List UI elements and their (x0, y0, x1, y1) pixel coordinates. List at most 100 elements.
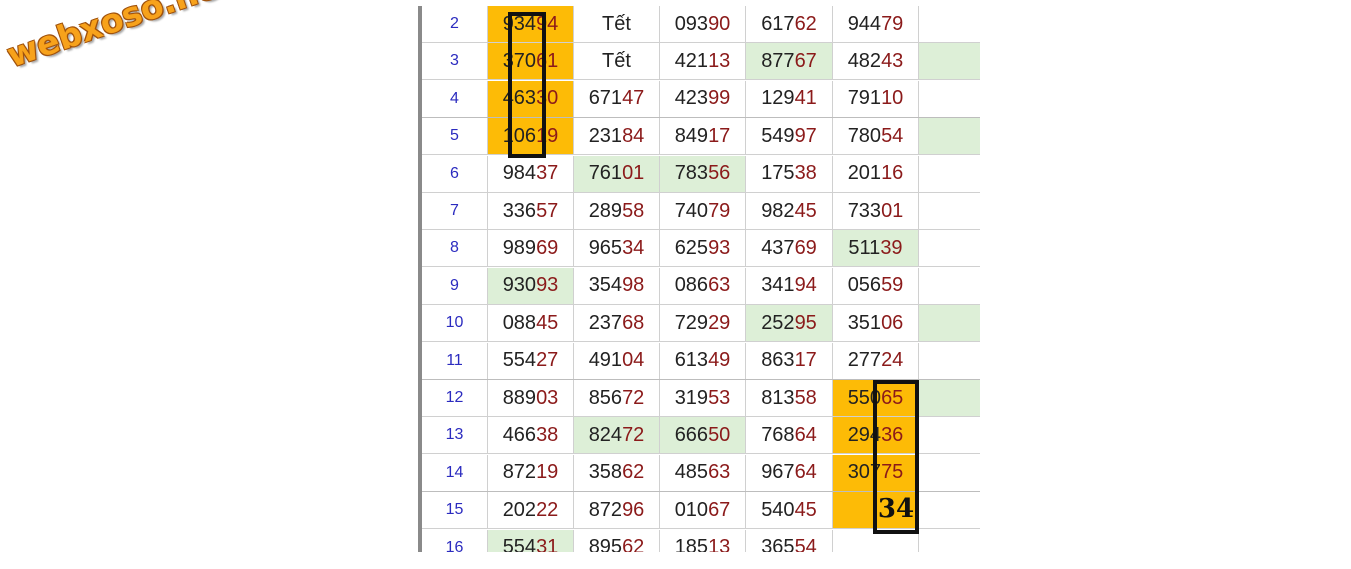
extra-cell (919, 305, 980, 343)
result-cell: 010 67 (660, 492, 746, 530)
number-head: 617 (761, 12, 795, 35)
number-tail: 03 (536, 386, 559, 409)
result-cell: 965 34 (574, 230, 660, 268)
result-cell: 554 27 (488, 342, 574, 380)
number-head: 554 (502, 349, 537, 372)
result-cell: 982 45 (746, 193, 833, 230)
row-number: 9 (422, 267, 488, 305)
table-row: 5 106 19 231 84 849 17 549 97 780 54 (422, 118, 980, 156)
number-head: 277 (847, 349, 882, 372)
prediction-number: 34 (877, 494, 915, 524)
result-cell: 863 17 (746, 342, 833, 380)
extra-cell (919, 267, 980, 305)
number-head: 824 (588, 423, 623, 446)
number-head: 989 (502, 236, 537, 259)
number-tail: 69 (794, 236, 817, 259)
result-cell: 202 22 (488, 492, 574, 530)
result-cell: 237 68 (574, 305, 660, 343)
result-cell: 354 98 (574, 267, 660, 305)
number-head: 613 (674, 349, 709, 372)
result-cell: 944 79 (833, 6, 919, 43)
number-tail: 94 (794, 274, 817, 297)
result-cell: 889 03 (488, 380, 574, 417)
row-number: 13 (422, 417, 488, 455)
webxoso-logo: webxoso.net (2, 0, 239, 75)
number-head: 791 (847, 87, 882, 110)
result-cell: 877 67 (746, 43, 833, 81)
row-number: 3 (422, 43, 488, 81)
number-head: 877 (761, 49, 795, 72)
number-tail: 90 (708, 12, 731, 35)
extra-cell (919, 230, 980, 268)
number-tail: 72 (622, 423, 645, 446)
number-head: 319 (674, 386, 709, 409)
result-cell: 824 72 (574, 417, 660, 455)
number-head: 351 (847, 311, 882, 334)
result-cell: 549 97 (746, 118, 833, 156)
result-cell: 129 41 (746, 80, 833, 118)
result-cell: 740 79 (660, 193, 746, 230)
result-cell: 289 58 (574, 193, 660, 230)
number-head: 780 (847, 124, 882, 147)
number-tail: 58 (794, 386, 817, 409)
number-tail: 34 (622, 236, 645, 259)
result-cell: Tết (574, 6, 660, 43)
table-row: 9 930 93 354 98 086 63 341 94 056 59 (422, 267, 980, 305)
result-cell: 761 01 (574, 155, 660, 193)
row-number: 11 (422, 342, 488, 380)
number-tail: 06 (881, 311, 904, 334)
number-head: 185 (674, 536, 709, 552)
number-tail: 67 (794, 49, 817, 72)
result-cell: 231 84 (574, 118, 660, 156)
number-head: 365 (761, 536, 795, 552)
result-cell: 872 19 (488, 454, 574, 492)
number-tail: 13 (708, 536, 731, 552)
number-tail: 93 (536, 274, 559, 297)
number-head: 984 (502, 162, 537, 185)
number-tail: 41 (794, 87, 817, 110)
result-cell: 365 54 (746, 529, 833, 552)
result-cell: 482 43 (833, 43, 919, 81)
number-head: 201 (847, 162, 882, 185)
number-head: 856 (588, 386, 623, 409)
result-cell: 358 62 (574, 454, 660, 492)
result-cell: 351 06 (833, 305, 919, 343)
number-tail: 68 (622, 311, 645, 334)
result-cell: 175 38 (746, 155, 833, 193)
number-tail: 13 (708, 49, 731, 72)
extra-cell (919, 118, 980, 156)
number-tail: 67 (708, 498, 731, 521)
result-cell: 895 62 (574, 529, 660, 552)
number-tail: 69 (536, 236, 559, 259)
number-head: 813 (761, 386, 795, 409)
result-cell: 872 96 (574, 492, 660, 530)
result-cell: 554 31 (488, 529, 574, 552)
result-cell: 613 49 (660, 342, 746, 380)
extra-cell (919, 6, 980, 43)
number-tail: 38 (794, 162, 817, 185)
number-head: 202 (502, 498, 537, 521)
extra-cell (919, 380, 980, 417)
number-tail: 72 (622, 386, 645, 409)
number-tail: 84 (622, 124, 645, 147)
number-tail: 93 (708, 236, 731, 259)
result-cell: 930 93 (488, 267, 574, 305)
number-tail: 57 (536, 199, 559, 222)
number-tail: 38 (536, 423, 559, 446)
row-number: 4 (422, 80, 488, 118)
result-cell: 277 24 (833, 342, 919, 380)
result-cell: 056 59 (833, 267, 919, 305)
number-tail: 79 (881, 12, 904, 35)
number-head: 625 (674, 236, 709, 259)
number-head: 056 (847, 274, 882, 297)
table-row: 6 984 37 761 01 783 56 175 38 201 16 (422, 155, 980, 193)
number-head: 093 (674, 12, 709, 35)
number-tail: 59 (881, 274, 904, 297)
number-head: 423 (674, 87, 709, 110)
row-number: 15 (422, 492, 488, 530)
number-tail: 17 (708, 124, 731, 147)
result-cell: 780 54 (833, 118, 919, 156)
number-tail: 62 (622, 536, 645, 552)
result-cell: 088 45 (488, 305, 574, 343)
result-cell: 252 95 (746, 305, 833, 343)
